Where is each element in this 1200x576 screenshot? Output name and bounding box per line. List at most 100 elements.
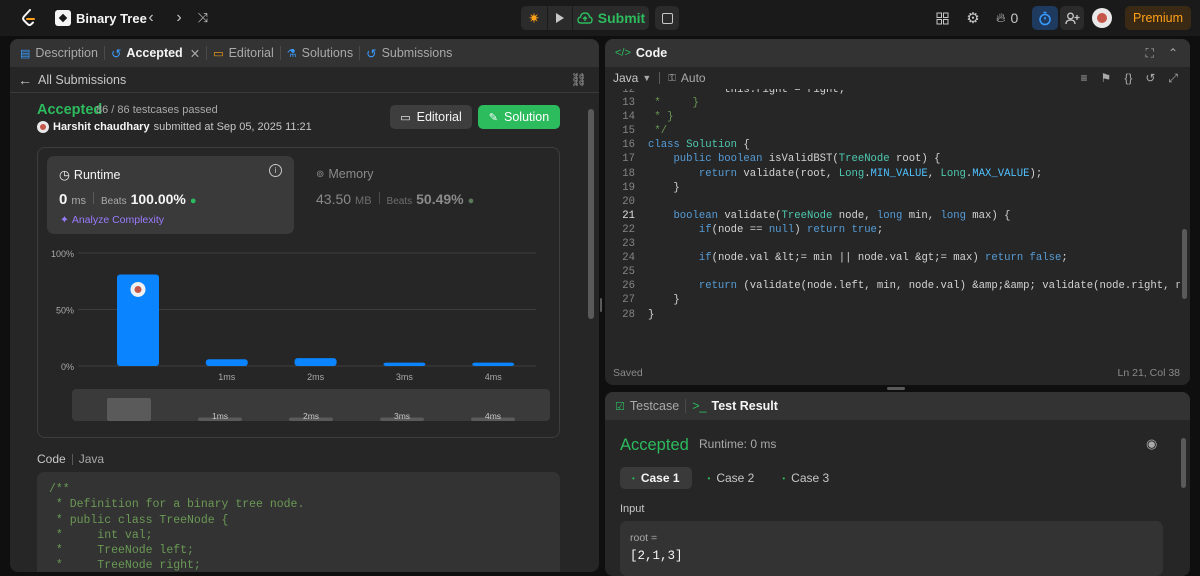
settings-gear-icon[interactable]: ⚙ — [965, 6, 981, 30]
case-tab[interactable]: • Case 2 — [696, 467, 767, 489]
description-icon: ▤ — [20, 47, 31, 60]
tab-description-label: Description — [35, 46, 98, 60]
vertical-resize-handle[interactable] — [600, 298, 603, 312]
reset-icon[interactable]: ↺ — [1145, 71, 1155, 86]
chart-bar-4ms[interactable] — [472, 362, 515, 366]
avatar-dot — [134, 285, 142, 293]
line-number: 21 — [622, 209, 635, 222]
editor-line: 21 boolean validate(TreeNode node, long … — [605, 209, 1180, 223]
link-icon[interactable]: ⛓ — [570, 72, 587, 88]
submitted-code-block[interactable]: /** * Definition for a binary tree node.… — [37, 472, 560, 572]
tab-solutions[interactable]: ⚗ Solutions — [281, 39, 359, 67]
input-box[interactable]: root = [2,1,3] — [620, 521, 1163, 576]
expand-icon[interactable]: ⤢ — [1168, 71, 1178, 86]
chevron-down-icon[interactable]: ▼ — [642, 73, 651, 83]
chevron-up-icon[interactable]: ⌃ — [1168, 46, 1178, 61]
tab-submissions[interactable]: ↺ Submissions — [360, 39, 458, 67]
tab-test-result[interactable]: >_ Test Result — [686, 392, 784, 420]
info-icon[interactable]: i — [269, 164, 282, 177]
gray-badge-icon: ● — [467, 195, 475, 207]
bar-rect[interactable] — [205, 359, 248, 366]
code-editor[interactable]: 12 this.right = right; 13 * } 14 * } 15 */1… — [605, 89, 1180, 363]
premium-button[interactable]: Premium — [1125, 6, 1191, 30]
history-icon: ↺ — [366, 46, 377, 61]
language-select[interactable]: Java — [613, 71, 638, 85]
problem-title[interactable]: Binary Tree — [76, 6, 147, 30]
chart-bar-1ms[interactable] — [205, 359, 248, 366]
tab-accepted-label: Accepted — [126, 46, 183, 60]
next-problem-icon[interactable]: › — [172, 6, 186, 30]
memory-unit: MB — [355, 195, 372, 207]
runtime-distribution-chart[interactable]: 100% 50% 0% 1ms 2ms 3ms 4ms 1ms 2ms 3ms 4ms — [38, 236, 559, 436]
layout-icon[interactable] — [934, 6, 950, 30]
scrollbar[interactable] — [588, 97, 594, 567]
auto-mode-label[interactable]: Auto — [681, 71, 706, 85]
bookmark-icon[interactable]: ⚑ — [1101, 71, 1112, 86]
braces-icon[interactable]: {} — [1124, 71, 1132, 86]
tab-accepted[interactable]: ↺ Accepted ✕ — [105, 39, 206, 67]
eye-icon[interactable]: ◉ — [1146, 436, 1157, 452]
all-submissions-link[interactable]: All Submissions — [38, 73, 126, 87]
x-tick-label: 4ms — [485, 372, 503, 382]
bar-rect[interactable] — [294, 358, 337, 366]
terminal-icon: >_ — [692, 399, 707, 413]
format-icon[interactable]: ≡ — [1081, 71, 1088, 86]
runtime-beats-label: Beats — [101, 196, 127, 207]
editor-scrollbar[interactable] — [1182, 111, 1188, 321]
run-button[interactable] — [548, 6, 572, 30]
debug-icon[interactable]: ✷ — [521, 6, 547, 30]
memory-card[interactable]: ⊚ Memory 43.50 MB Beats 50.49% ● — [304, 156, 551, 234]
leetcode-logo-icon[interactable] — [18, 6, 40, 30]
shuffle-icon[interactable]: ⤨ — [195, 6, 211, 30]
avatar[interactable] — [1092, 6, 1112, 30]
code-line: * int val; — [49, 528, 153, 542]
line-number: 16 — [622, 139, 635, 152]
bar-rect[interactable] — [383, 362, 426, 366]
horizontal-resize-handle[interactable] — [887, 387, 905, 390]
runtime-card[interactable]: ◷ Runtime i 0 ms Beats 100.00% ● ✦ Analy… — [47, 156, 294, 234]
analyze-complexity-link[interactable]: ✦ Analyze Complexity — [60, 214, 164, 226]
chart-bar-2ms[interactable] — [294, 358, 337, 366]
chart-bar-0ms[interactable] — [117, 274, 159, 366]
notes-icon[interactable] — [655, 6, 679, 30]
x-tick-label: 1ms — [218, 372, 236, 382]
bar-rect[interactable] — [472, 362, 515, 366]
editor-line: 28} — [605, 308, 1180, 322]
editor-line: 26 return (validate(node.left, min, node… — [605, 279, 1180, 293]
tab-description[interactable]: ▤ Description — [14, 39, 104, 67]
submit-button[interactable]: Submit — [573, 6, 649, 30]
edit-icon: ✎ — [488, 111, 499, 124]
user-name[interactable]: Harshit chaudhary — [53, 121, 150, 133]
case-tab[interactable]: • Case 3 — [770, 467, 841, 489]
tab-code-label: Code — [635, 46, 668, 60]
line-number: 19 — [622, 181, 635, 194]
left-panel: ▤ Description ↺ Accepted ✕ ▭ Editorial ⚗… — [10, 39, 599, 572]
line-code: if(node == null) return true; — [698, 223, 884, 236]
maximize-icon[interactable]: ⛶ — [1146, 46, 1154, 61]
prev-problem-icon[interactable]: ‹ — [144, 6, 158, 30]
editor-line: 22 if(node == null) return true; — [605, 223, 1180, 237]
tab-editorial[interactable]: ▭ Editorial — [207, 39, 280, 67]
case-tab-label: Case 3 — [791, 471, 830, 485]
chart-bar-3ms[interactable] — [383, 362, 426, 366]
streak-counter[interactable]: 🔥︎ 0 — [996, 6, 1018, 30]
tab-code[interactable]: </> Code — [609, 39, 673, 67]
editor-line: 27 } — [605, 293, 1180, 307]
user-avatar[interactable] — [37, 121, 49, 133]
solution-button[interactable]: ✎ Solution — [478, 105, 560, 129]
timer-icon[interactable] — [1032, 6, 1058, 30]
cursor-position: Ln 21, Col 38 — [1117, 367, 1180, 379]
add-friend-icon[interactable] — [1060, 6, 1084, 30]
history-icon: ↺ — [110, 46, 122, 61]
problem-list-icon[interactable] — [54, 6, 72, 30]
editor-line: 17 public boolean isValidBST(TreeNode ro… — [605, 152, 1180, 166]
case-tab[interactable]: • Case 1 — [620, 467, 692, 489]
case-tabs: • Case 1 • Case 2 • Case 3 — [620, 467, 841, 489]
tab-testcase[interactable]: ☑ Testcase — [609, 392, 685, 420]
editorial-button[interactable]: ▭ Editorial — [390, 105, 472, 129]
overview-label: 4ms — [485, 411, 501, 421]
close-icon[interactable]: ✕ — [190, 46, 200, 61]
result-scrollbar[interactable] — [1181, 438, 1187, 568]
back-arrow-icon[interactable]: ← — [18, 72, 32, 88]
runtime-unit: ms — [71, 195, 87, 207]
